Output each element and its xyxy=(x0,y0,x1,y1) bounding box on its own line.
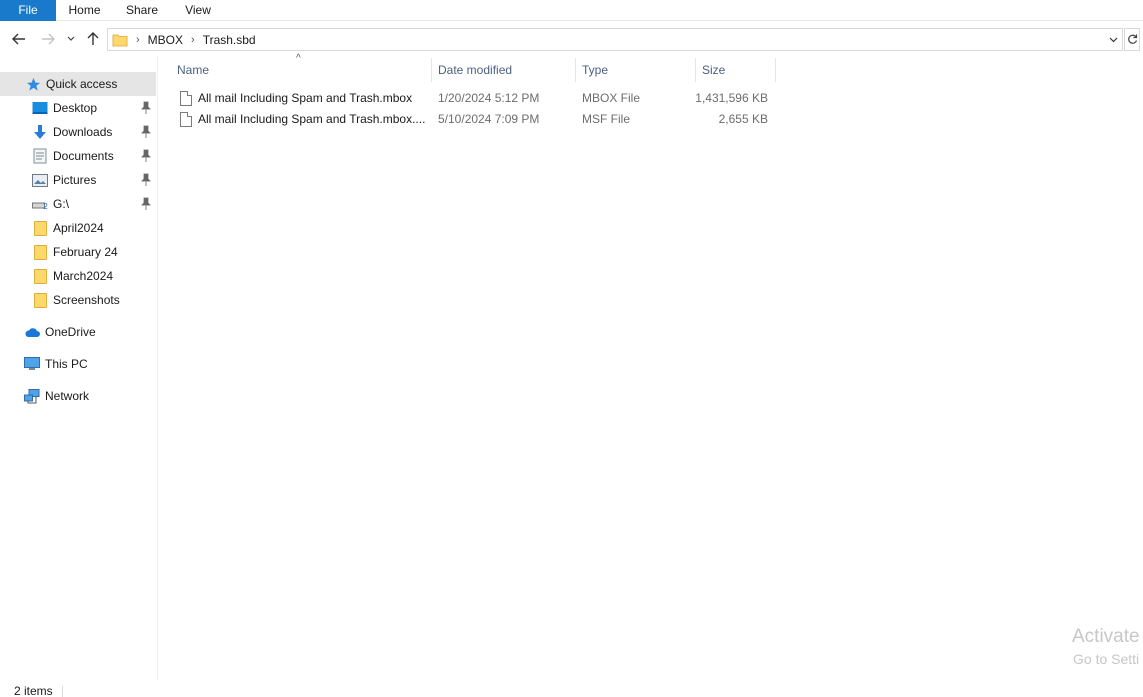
documents-icon xyxy=(32,148,48,164)
sidebar-item-desktop[interactable]: Desktop xyxy=(0,96,156,120)
sidebar-item-february-24[interactable]: February 24 xyxy=(0,240,156,264)
address-bar[interactable]: › MBOX › Trash.sbd xyxy=(107,28,1123,51)
column-header-type[interactable]: Type xyxy=(576,56,696,83)
folder-icon xyxy=(32,292,48,308)
column-header-name[interactable]: Name xyxy=(171,56,432,83)
tab-home[interactable]: Home xyxy=(56,0,113,21)
file-icon xyxy=(180,112,192,127)
file-type: MSF File xyxy=(582,112,630,126)
svg-text:2: 2 xyxy=(43,202,48,210)
folder-icon xyxy=(32,268,48,284)
sidebar-item-network[interactable]: Network xyxy=(0,384,156,408)
chevron-down-icon xyxy=(1109,37,1117,43)
tab-share[interactable]: Share xyxy=(113,0,171,21)
forward-arrow-icon xyxy=(42,33,55,45)
file-date-modified: 1/20/2024 5:12 PM xyxy=(438,91,540,105)
pin-icon xyxy=(141,197,151,210)
folder-icon xyxy=(32,244,48,260)
pin-icon xyxy=(141,125,151,138)
activation-watermark-title: Activate xyxy=(1072,626,1140,647)
sidebar-item-label: G:\ xyxy=(53,197,70,211)
pictures-icon xyxy=(32,172,48,188)
tab-view[interactable]: View xyxy=(171,0,225,21)
sidebar-item-label: March2024 xyxy=(53,269,114,283)
sidebar-item-label: OneDrive xyxy=(45,325,96,339)
file-date-modified: 5/10/2024 7:09 PM xyxy=(438,112,540,126)
desktop-icon xyxy=(32,100,48,116)
recent-locations-button[interactable] xyxy=(61,28,81,50)
network-icon xyxy=(24,388,40,404)
sidebar-item-label: Desktop xyxy=(53,101,98,115)
sidebar-item-label: Downloads xyxy=(53,125,113,139)
status-divider xyxy=(62,686,63,697)
sidebar-item-documents[interactable]: Documents xyxy=(0,144,156,168)
sidebar-item-label: Pictures xyxy=(53,173,97,187)
refresh-button[interactable] xyxy=(1124,28,1140,51)
sidebar-item-onedrive[interactable]: OneDrive xyxy=(0,320,156,344)
tab-file[interactable]: File xyxy=(0,0,56,21)
drive-icon: 2 xyxy=(32,196,48,212)
forward-button[interactable] xyxy=(37,28,59,50)
file-icon xyxy=(180,91,192,106)
sidebar-item-label: This PC xyxy=(45,357,88,371)
pin-icon xyxy=(141,101,151,114)
file-row[interactable]: All mail Including Spam and Trash.mbox..… xyxy=(172,109,776,130)
sidebar-item-label: April2024 xyxy=(53,221,104,235)
folder-icon xyxy=(112,33,128,47)
file-name: All mail Including Spam and Trash.mbox..… xyxy=(198,112,426,126)
chevron-right-icon: › xyxy=(136,33,140,46)
activation-watermark-subtitle: Go to Setti xyxy=(1073,651,1140,667)
folder-icon xyxy=(32,220,48,236)
refresh-icon xyxy=(1127,34,1137,44)
pin-icon xyxy=(141,149,151,162)
address-row: › MBOX › Trash.sbd xyxy=(0,22,1143,56)
sidebar-item-label: Quick access xyxy=(46,77,118,91)
address-dropdown-button[interactable] xyxy=(1106,32,1120,48)
file-row[interactable]: All mail Including Spam and Trash.mbox 1… xyxy=(172,88,776,109)
sidebar-item-screenshots[interactable]: Screenshots xyxy=(0,288,156,312)
sidebar-item-label: February 24 xyxy=(53,245,118,259)
cloud-icon xyxy=(24,324,40,340)
chevron-right-icon: › xyxy=(191,33,195,46)
computer-icon xyxy=(24,356,40,372)
column-divider[interactable] xyxy=(775,58,776,82)
sidebar-item-april2024[interactable]: April2024 xyxy=(0,216,156,240)
download-icon xyxy=(32,124,48,140)
back-arrow-icon xyxy=(12,33,25,45)
sidebar-item-quick-access[interactable]: Quick access xyxy=(0,72,156,96)
sidebar-item-march2024[interactable]: March2024 xyxy=(0,264,156,288)
sidebar-item-pictures[interactable]: Pictures xyxy=(0,168,156,192)
up-arrow-icon xyxy=(87,32,99,45)
status-item-count: 2 items xyxy=(14,684,53,697)
column-header-date-modified[interactable]: Date modified xyxy=(432,56,576,83)
star-icon xyxy=(25,76,41,92)
chevron-down-icon xyxy=(67,36,75,41)
sidebar-item-label: Screenshots xyxy=(53,293,120,307)
up-button[interactable] xyxy=(82,28,104,50)
column-header-size[interactable]: Size xyxy=(696,56,775,83)
file-type: MBOX File xyxy=(582,91,641,105)
sidebar-item-g-drive[interactable]: 2 G:\ xyxy=(0,192,156,216)
sidebar-item-label: Network xyxy=(45,389,90,403)
file-name: All mail Including Spam and Trash.mbox xyxy=(198,91,413,105)
navigation-pane: Quick access Desktop Downloads Documents… xyxy=(0,56,158,680)
sidebar-item-this-pc[interactable]: This PC xyxy=(0,352,156,376)
ribbon: File Home Share View xyxy=(0,0,1143,21)
breadcrumb-mbox[interactable]: MBOX xyxy=(148,33,183,47)
sidebar-item-downloads[interactable]: Downloads xyxy=(0,120,156,144)
file-size: 2,655 KB xyxy=(718,112,768,126)
file-size: 1,431,596 KB xyxy=(695,91,768,105)
sidebar-item-label: Documents xyxy=(53,149,114,163)
back-button[interactable] xyxy=(8,28,30,50)
breadcrumb-trash-sbd[interactable]: Trash.sbd xyxy=(203,33,256,47)
pin-icon xyxy=(141,173,151,186)
